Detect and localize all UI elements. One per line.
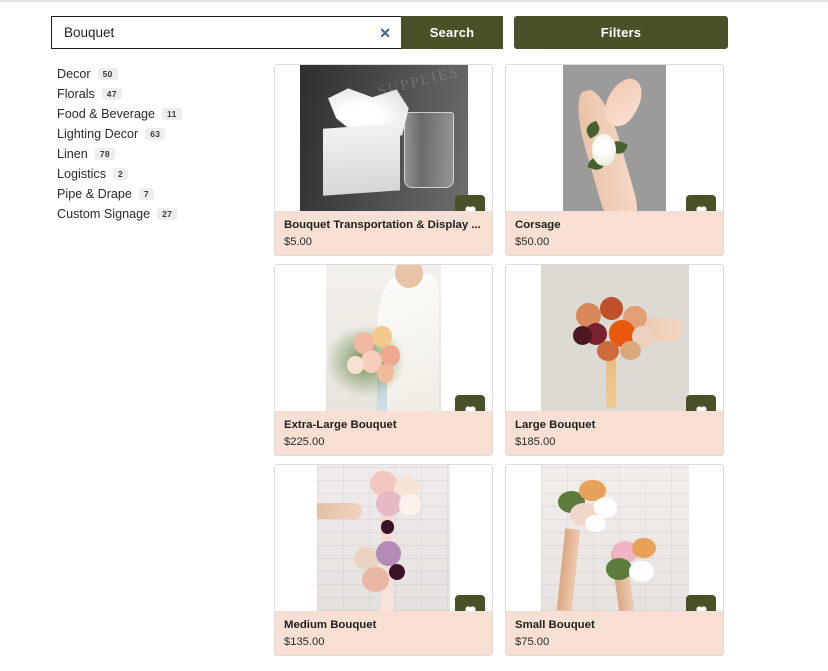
product-info: Extra-Large Bouquet $225.00 <box>275 411 492 455</box>
category-count-badge: 2 <box>113 167 129 181</box>
category-label: Food & Beverage <box>57 107 156 121</box>
product-title: Extra-Large Bouquet <box>284 419 397 431</box>
search-button[interactable]: Search <box>401 16 503 49</box>
product-card[interactable]: Medium Bouquet $135.00 <box>274 464 493 656</box>
product-image <box>506 465 723 611</box>
product-card[interactable]: Large Bouquet $185.00 <box>505 264 724 456</box>
category-count-badge: 78 <box>94 147 115 161</box>
product-photo-bouquet-transportation: SUPPLIES <box>299 65 468 211</box>
product-price: $185.00 <box>515 436 556 449</box>
category-count-badge: 11 <box>162 107 182 121</box>
product-price: $75.00 <box>515 636 550 649</box>
product-card[interactable]: Corsage $50.00 <box>505 64 724 256</box>
category-label: Lighting Decor <box>57 127 139 141</box>
product-price: $225.00 <box>284 436 325 449</box>
product-image <box>506 65 723 211</box>
category-label: Decor <box>57 67 91 81</box>
sidebar-item-linen[interactable]: Linen 78 <box>57 144 257 164</box>
product-title: Medium Bouquet <box>284 619 377 631</box>
heart-icon <box>695 405 707 411</box>
favorite-button[interactable] <box>686 195 716 211</box>
clear-search-icon[interactable]: ✕ <box>379 26 391 40</box>
product-grid: SUPPLIES Bouquet Transportation & Displa… <box>274 64 729 656</box>
category-label: Florals <box>57 87 95 101</box>
product-image: SUPPLIES <box>275 65 492 211</box>
heart-icon <box>695 205 707 211</box>
product-card[interactable]: Small Bouquet $75.00 <box>505 464 724 656</box>
heart-icon <box>464 605 476 611</box>
category-sidebar: Decor 50 Florals 47 Food & Beverage 11 L… <box>57 64 257 224</box>
product-price: $50.00 <box>515 236 550 249</box>
product-price: $135.00 <box>284 636 325 649</box>
product-photo-extra-large-bouquet <box>326 265 441 411</box>
heart-icon <box>464 405 476 411</box>
product-image <box>506 265 723 411</box>
search-bar: ✕ Search <box>51 16 503 49</box>
sidebar-item-logistics[interactable]: Logistics 2 <box>57 164 257 184</box>
search-input-wrapper: ✕ <box>51 16 401 49</box>
category-label: Logistics <box>57 167 106 181</box>
product-title: Bouquet Transportation & Display ... <box>284 219 481 231</box>
product-card[interactable]: Extra-Large Bouquet $225.00 <box>274 264 493 456</box>
product-info: Bouquet Transportation & Display ... $5.… <box>275 211 492 255</box>
category-label: Custom Signage <box>57 207 151 221</box>
favorite-button[interactable] <box>455 395 485 411</box>
sidebar-item-florals[interactable]: Florals 47 <box>57 84 257 104</box>
product-title: Corsage <box>515 219 561 231</box>
heart-icon <box>464 205 476 211</box>
category-label: Pipe & Drape <box>57 187 132 201</box>
search-results-page: ✕ Search Filters Decor 50 Florals 47 Foo… <box>0 0 828 671</box>
product-card[interactable]: SUPPLIES Bouquet Transportation & Displa… <box>274 64 493 256</box>
sidebar-item-custom-signage[interactable]: Custom Signage 27 <box>57 204 257 224</box>
product-photo-large-bouquet <box>540 265 689 411</box>
product-photo-small-bouquet <box>540 465 689 611</box>
sidebar-item-decor[interactable]: Decor 50 <box>57 64 257 84</box>
category-count-badge: 47 <box>101 87 122 101</box>
product-image <box>275 265 492 411</box>
product-photo-medium-bouquet <box>317 465 450 611</box>
product-info: Small Bouquet $75.00 <box>506 611 723 655</box>
category-count-badge: 50 <box>97 67 118 81</box>
category-count-badge: 7 <box>138 187 154 201</box>
favorite-button[interactable] <box>686 595 716 611</box>
sidebar-item-lighting-decor[interactable]: Lighting Decor 63 <box>57 124 257 144</box>
product-title: Small Bouquet <box>515 619 595 631</box>
sidebar-item-pipe-and-drape[interactable]: Pipe & Drape 7 <box>57 184 257 204</box>
product-photo-corsage <box>563 65 666 211</box>
product-image <box>275 465 492 611</box>
filters-button[interactable]: Filters <box>514 16 728 49</box>
category-count-badge: 27 <box>157 207 178 221</box>
product-info: Corsage $50.00 <box>506 211 723 255</box>
product-price: $5.00 <box>284 236 312 249</box>
product-info: Large Bouquet $185.00 <box>506 411 723 455</box>
search-input[interactable] <box>52 17 401 48</box>
favorite-button[interactable] <box>686 395 716 411</box>
sidebar-item-food-and-beverage[interactable]: Food & Beverage 11 <box>57 104 257 124</box>
heart-icon <box>695 605 707 611</box>
category-label: Linen <box>57 147 88 161</box>
favorite-button[interactable] <box>455 195 485 211</box>
top-divider <box>0 0 828 2</box>
category-count-badge: 63 <box>145 127 166 141</box>
favorite-button[interactable] <box>455 595 485 611</box>
product-title: Large Bouquet <box>515 419 596 431</box>
product-info: Medium Bouquet $135.00 <box>275 611 492 655</box>
